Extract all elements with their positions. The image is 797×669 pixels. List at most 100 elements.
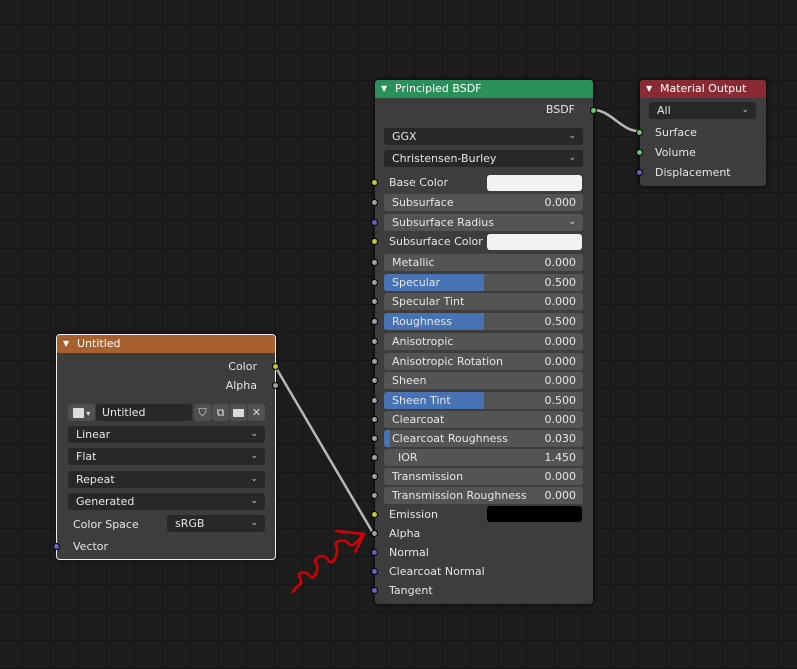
roughness-field[interactable]: Roughness 0.500 (384, 313, 583, 330)
input-transmission-socket[interactable] (371, 473, 378, 480)
base-color-label: Base Color (389, 176, 449, 189)
projection-dropdown[interactable]: Flat ⌄ (68, 448, 265, 465)
extension-dropdown[interactable]: Repeat ⌄ (68, 471, 265, 488)
distribution-dropdown[interactable]: GGX ⌄ (384, 128, 583, 145)
input-specular-tint-socket[interactable] (371, 298, 378, 305)
image-datablock-selector[interactable]: ▾ Untitled ⛉ ⧉ ✕ (68, 404, 265, 422)
output-alpha-socket[interactable] (272, 382, 279, 389)
interpolation-dropdown[interactable]: Linear ⌄ (68, 426, 265, 443)
subsurface-radius-dropdown[interactable]: Subsurface Radius ⌄ (384, 214, 583, 231)
input-clearcoat-socket[interactable] (371, 416, 378, 423)
transmission-roughness-field[interactable]: Transmission Roughness 0.000 (384, 487, 583, 504)
anisotropic-rotation-field[interactable]: Anisotropic Rotation 0.000 (384, 353, 583, 370)
image-texture-node[interactable]: ▼ Untitled Color Alpha ▾ Untitled ⛉ ⧉ ✕ … (53, 334, 279, 560)
input-base-color-socket[interactable] (371, 179, 378, 186)
input-subsurface-radius-socket[interactable] (371, 219, 378, 226)
metallic-field[interactable]: Metallic 0.000 (384, 254, 583, 271)
chevron-down-icon: ⌄ (250, 496, 258, 506)
chevron-down-icon: ⌄ (250, 474, 258, 484)
source-dropdown[interactable]: Generated ⌄ (68, 493, 265, 510)
subsurface-method-dropdown[interactable]: Christensen-Burley ⌄ (384, 150, 583, 167)
output-target-dropdown[interactable]: All ⌄ (649, 102, 756, 119)
output-bsdf-socket[interactable] (590, 107, 597, 114)
output-alpha-label: Alpha (225, 379, 257, 392)
image-texture-header[interactable]: ▼ Untitled (57, 335, 275, 353)
field-label: Sheen Tint (392, 394, 451, 407)
input-normal-socket[interactable] (371, 549, 378, 556)
duplicate-icon: ⧉ (216, 406, 225, 419)
base-color-swatch[interactable] (487, 175, 582, 191)
sheen-field[interactable]: Sheen 0.000 (384, 372, 583, 389)
input-subsurface-socket[interactable] (371, 199, 378, 206)
open-image-button[interactable] (230, 404, 247, 421)
field-label: Roughness (392, 315, 453, 328)
field-value: 0.500 (544, 394, 577, 407)
projection-value: Flat (76, 450, 97, 463)
principled-bsdf-node[interactable]: ▼ Principled BSDF BSDF GGX ⌄ Christensen… (371, 79, 597, 605)
clearcoat-roughness-slider-fill (384, 430, 390, 447)
color-space-dropdown[interactable]: sRGB ⌄ (167, 515, 265, 532)
collapse-arrow-icon[interactable]: ▼ (63, 335, 69, 353)
field-value: 0.000 (544, 295, 577, 308)
input-metallic-socket[interactable] (371, 259, 378, 266)
anisotropic-field[interactable]: Anisotropic 0.000 (384, 333, 583, 350)
emission-label: Emission (389, 508, 438, 521)
surface-label: Surface (655, 126, 697, 139)
input-tangent-socket[interactable] (371, 587, 378, 594)
clearcoat-field[interactable]: Clearcoat 0.000 (384, 411, 583, 428)
material-output-node[interactable]: ▼ Material Output All ⌄ Surface Volume D… (636, 79, 767, 187)
input-subsurface-color-socket[interactable] (371, 238, 378, 245)
field-label: Subsurface (392, 196, 454, 209)
normal-label: Normal (389, 546, 429, 559)
unlink-image-button[interactable]: ✕ (248, 404, 265, 421)
input-surface-socket[interactable] (636, 129, 643, 136)
input-roughness-socket[interactable] (371, 318, 378, 325)
input-anisotropic-rotation-socket[interactable] (371, 358, 378, 365)
sheen-tint-field[interactable]: Sheen Tint 0.500 (384, 392, 583, 409)
subsurface-field[interactable]: Subsurface 0.000 (384, 194, 583, 211)
transmission-field[interactable]: Transmission 0.000 (384, 468, 583, 485)
output-color-socket[interactable] (272, 363, 279, 370)
subsurface-color-swatch[interactable] (487, 234, 582, 250)
input-sheen-tint-socket[interactable] (371, 397, 378, 404)
output-bsdf-label: BSDF (545, 103, 575, 116)
input-alpha-socket[interactable] (371, 530, 378, 537)
subsurface-color-label: Subsurface Color (389, 235, 483, 248)
link-color-to-alpha (273, 365, 375, 534)
input-anisotropic-socket[interactable] (371, 338, 378, 345)
image-name-field[interactable]: Untitled (96, 404, 192, 421)
collapse-arrow-icon[interactable]: ▼ (381, 80, 387, 98)
field-label: Specular (392, 276, 441, 289)
chevron-down-icon: ⌄ (250, 518, 258, 528)
material-output-header[interactable]: ▼ Material Output (640, 80, 766, 98)
input-ior-socket[interactable] (371, 454, 378, 461)
specular-tint-field[interactable]: Specular Tint 0.000 (384, 293, 583, 310)
clearcoat-roughness-field[interactable]: Clearcoat Roughness 0.030 (384, 430, 583, 447)
input-clearcoat-normal-socket[interactable] (371, 568, 378, 575)
input-vector-socket[interactable] (53, 543, 60, 550)
fake-user-button[interactable]: ⛉ (194, 404, 211, 421)
field-value: 0.000 (544, 335, 577, 348)
duplicate-button[interactable]: ⧉ (212, 404, 229, 421)
input-vector-label: Vector (73, 540, 109, 553)
node-title: Untitled (77, 337, 121, 350)
field-value: 0.030 (544, 432, 577, 445)
clearcoat-normal-label: Clearcoat Normal (389, 565, 485, 578)
field-value: 0.000 (544, 355, 577, 368)
input-sheen-socket[interactable] (371, 377, 378, 384)
principled-bsdf-header[interactable]: ▼ Principled BSDF (375, 80, 593, 98)
input-clearcoat-roughness-socket[interactable] (371, 435, 378, 442)
collapse-arrow-icon[interactable]: ▼ (646, 80, 652, 98)
input-displacement-socket[interactable] (636, 169, 643, 176)
image-browse-button[interactable]: ▾ (68, 404, 95, 421)
input-emission-socket[interactable] (371, 511, 378, 518)
input-specular-socket[interactable] (371, 279, 378, 286)
ior-field[interactable]: IOR 1.450 (384, 449, 583, 466)
source-value: Generated (76, 495, 135, 508)
emission-swatch[interactable] (487, 506, 582, 522)
input-transmission-roughness-socket[interactable] (371, 492, 378, 499)
input-volume-socket[interactable] (636, 149, 643, 156)
chevron-down-icon: ⌄ (250, 429, 258, 439)
specular-field[interactable]: Specular 0.500 (384, 274, 583, 291)
chevron-down-icon: ▾ (83, 409, 91, 418)
